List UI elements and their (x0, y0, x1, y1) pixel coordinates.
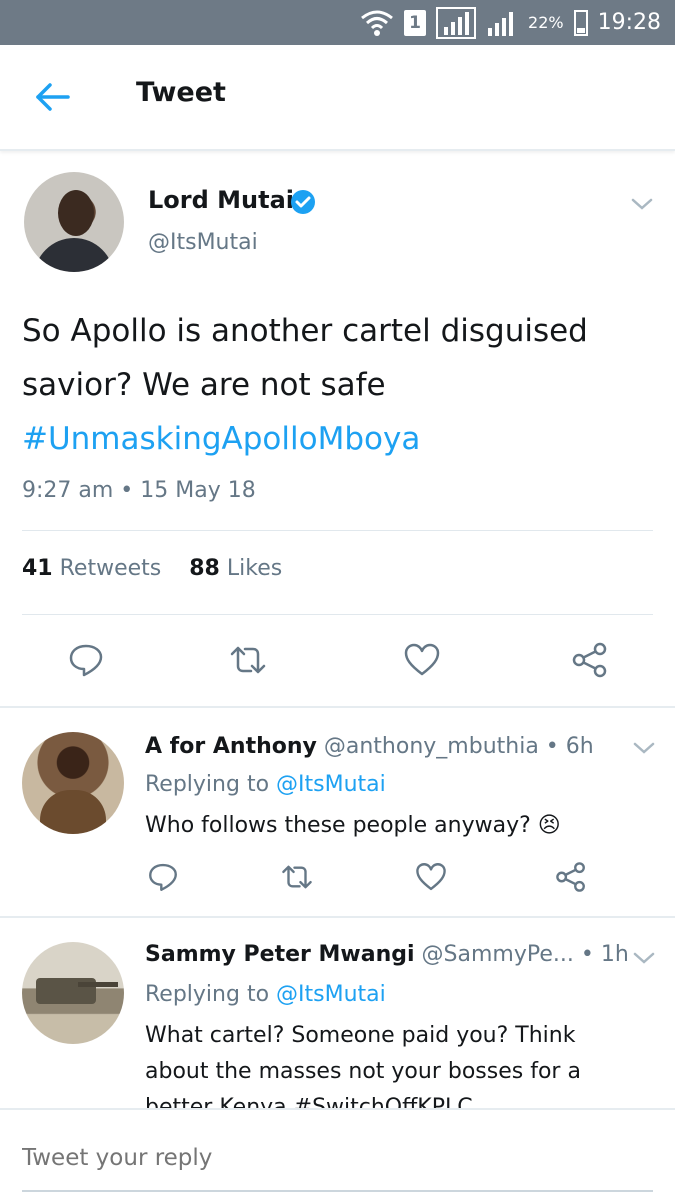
reply-handle-time[interactable]: @anthony_mbuthia • 6h (324, 734, 594, 759)
arrow-left-icon (36, 83, 70, 111)
replying-to: Replying to @ItsMutai (145, 772, 386, 797)
chevron-down-icon[interactable] (632, 950, 656, 966)
retweets-stat[interactable]: 41 Retweets (22, 556, 161, 581)
reply-author-name[interactable]: A for Anthony (145, 734, 317, 759)
reply-text-line-3: better Kenya #SwitchOffKPLC (145, 1095, 473, 1108)
share-icon[interactable] (554, 860, 588, 894)
battery-icon (573, 9, 588, 36)
signal-icon-2 (488, 11, 514, 36)
avatar-tank-barrel (78, 982, 118, 987)
reply-icon[interactable] (66, 640, 106, 680)
reply-text-line-1: What cartel? Someone paid you? Think (145, 1023, 576, 1048)
tweet-text-line-1: So Apollo is another cartel disguised (22, 313, 588, 349)
tweet-timestamp: 9:27 am • 15 May 18 (22, 478, 256, 503)
signal-icon (436, 6, 477, 39)
hashtag-link[interactable]: #UnmaskingApolloMboya (22, 412, 662, 466)
likes-stat[interactable]: 88 Likes (189, 556, 282, 581)
replying-to-prefix: Replying to (145, 982, 270, 1007)
reply-input[interactable] (22, 1138, 652, 1178)
author-name[interactable]: Lord Mutai (148, 186, 294, 214)
divider (22, 614, 653, 615)
reply-icon[interactable] (146, 860, 180, 894)
reply-handle-time[interactable]: @SammyPe... • 1h (422, 942, 629, 967)
retweets-count: 41 (22, 556, 53, 581)
replying-to-prefix: Replying to (145, 772, 270, 797)
avatar-head (58, 190, 94, 236)
main-tweet: Lord Mutai @ItsMutai So Apollo is anothe… (0, 152, 675, 706)
divider (22, 530, 653, 531)
reply-text: What cartel? Someone paid you? Think abo… (145, 1018, 615, 1108)
replying-to-handle[interactable]: @ItsMutai (276, 982, 386, 1007)
wifi-icon (361, 10, 393, 36)
reply-header: Sammy Peter Mwangi @SammyPe... • 1h (145, 942, 629, 967)
reply-text-line-2: about the masses not your bosses for a (145, 1059, 581, 1084)
page-title: Tweet (136, 77, 226, 108)
avatar-shoulders (40, 790, 106, 834)
tweet-text-line-2: savior? We are not safe (22, 367, 386, 403)
chevron-down-icon[interactable] (632, 740, 656, 756)
reply-composer (0, 1108, 675, 1200)
sim-indicator: 1 (404, 9, 427, 36)
avatar[interactable] (22, 732, 124, 834)
likes-label: Likes (226, 556, 283, 581)
author-avatar[interactable] (24, 172, 124, 272)
battery-percent: 22% (528, 13, 564, 32)
avatar[interactable] (22, 942, 124, 1044)
replying-to: Replying to @ItsMutai (145, 982, 386, 1007)
reply-tweet[interactable]: A for Anthony @anthony_mbuthia • 6h Repl… (0, 708, 675, 916)
avatar-shoulders (34, 238, 114, 272)
input-underline (22, 1190, 653, 1192)
heart-icon[interactable] (414, 860, 448, 894)
likes-count: 88 (189, 556, 220, 581)
top-bar: Tweet (0, 45, 675, 151)
reply-header: A for Anthony @anthony_mbuthia • 6h (145, 734, 594, 759)
tweet-stats: 41 Retweets 88 Likes (22, 556, 282, 581)
retweet-icon[interactable] (280, 860, 314, 894)
reply-text: Who follows these people anyway? 😣 (145, 813, 561, 838)
status-bar: 1 22% 19:28 (0, 0, 675, 45)
retweets-label: Retweets (59, 556, 162, 581)
replying-to-handle[interactable]: @ItsMutai (276, 772, 386, 797)
retweet-icon[interactable] (228, 640, 268, 680)
share-icon[interactable] (570, 640, 610, 680)
heart-icon[interactable] (402, 640, 442, 680)
back-button[interactable] (30, 77, 74, 117)
tweet-text: So Apollo is another cartel disguised sa… (22, 304, 662, 466)
clock: 19:28 (597, 10, 661, 35)
chevron-down-icon[interactable] (630, 196, 654, 212)
reply-author-name[interactable]: Sammy Peter Mwangi (145, 942, 415, 967)
author-handle[interactable]: @ItsMutai (148, 230, 258, 255)
reply-tweet[interactable]: Sammy Peter Mwangi @SammyPe... • 1h Repl… (0, 918, 675, 1108)
verified-badge-icon (291, 190, 315, 214)
